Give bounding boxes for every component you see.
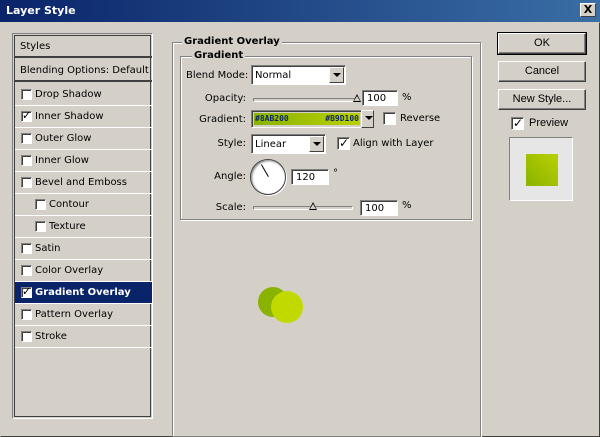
style-item-label: Color Overlay — [35, 265, 104, 276]
chevron-down-icon — [329, 67, 344, 83]
style-item-checkbox[interactable] — [35, 199, 46, 210]
style-item-checkbox[interactable] — [21, 285, 32, 298]
style-item-stroke[interactable]: Stroke — [15, 326, 152, 348]
gradient-label: Gradient: — [199, 114, 246, 125]
gradient-overlay-title: Gradient Overlay — [182, 36, 282, 47]
angle-input[interactable]: 120 — [291, 169, 329, 185]
styles-list-inner: Styles Blending Options: Default Drop Sh… — [14, 35, 152, 417]
style-item-bevel-and-emboss[interactable]: Bevel and Emboss — [15, 172, 152, 194]
opacity-input[interactable]: 100 — [362, 90, 398, 106]
style-item-drop-shadow[interactable]: Drop Shadow — [15, 84, 152, 106]
new-style-button[interactable]: New Style... — [498, 89, 586, 110]
blending-options-label: Blending Options: Default — [20, 65, 149, 76]
blend-mode-label: Blend Mode: — [186, 70, 249, 81]
style-value: Linear — [255, 139, 287, 150]
opacity-value: 100 — [367, 93, 387, 104]
style-item-label: Inner Glow — [35, 155, 89, 166]
style-label: Style: — [217, 138, 247, 149]
style-item-label: Texture — [49, 221, 86, 232]
style-item-label: Outer Glow — [35, 133, 92, 144]
gradient-start-code: #8AB200 — [255, 114, 289, 123]
scale-slider-thumb[interactable] — [309, 202, 317, 210]
gradient-picker[interactable]: #8AB200 #B9D100 — [251, 110, 363, 128]
scale-value: 100 — [365, 203, 385, 214]
style-item-label: Gradient Overlay — [35, 287, 131, 298]
style-item-outer-glow[interactable]: Outer Glow — [15, 128, 152, 150]
angle-needle — [261, 164, 269, 177]
style-item-label: Inner Shadow — [35, 111, 104, 122]
chevron-down-icon — [309, 136, 324, 152]
ok-button[interactable]: OK — [497, 32, 587, 55]
style-item-checkbox[interactable] — [21, 155, 32, 166]
styles-header-label: Styles — [20, 41, 51, 52]
style-item-checkbox[interactable] — [21, 331, 32, 342]
style-item-checkbox[interactable] — [35, 221, 46, 232]
scale-input[interactable]: 100 — [360, 200, 398, 216]
blend-mode-value: Normal — [255, 70, 292, 81]
style-item-label: Pattern Overlay — [35, 309, 114, 320]
style-item-checkbox[interactable] — [21, 309, 32, 320]
gradient-end-code: #B9D100 — [325, 114, 359, 123]
angle-label: Angle: — [214, 171, 246, 182]
reverse-label: Reverse — [400, 113, 441, 124]
cancel-button[interactable]: Cancel — [498, 61, 586, 82]
opacity-unit: % — [402, 92, 412, 103]
style-item-checkbox[interactable] — [21, 133, 32, 144]
scale-label: Scale: — [215, 202, 246, 213]
styles-list: Styles Blending Options: Default Drop Sh… — [12, 33, 153, 419]
angle-unit: ° — [333, 168, 338, 179]
decorative-circle-light — [271, 291, 303, 323]
style-item-checkbox[interactable] — [21, 265, 32, 276]
style-item-gradient-overlay[interactable]: Gradient Overlay — [15, 282, 152, 304]
style-item-checkbox[interactable] — [21, 177, 32, 188]
angle-dial[interactable] — [250, 159, 286, 195]
preview-swatch — [526, 154, 558, 186]
preview-checkbox[interactable] — [511, 116, 524, 130]
scale-slider-track[interactable] — [253, 206, 353, 210]
style-item-label: Satin — [35, 243, 61, 254]
opacity-slider-thumb[interactable] — [353, 94, 361, 102]
style-item-inner-shadow[interactable]: Inner Shadow — [15, 106, 152, 128]
style-item-checkbox[interactable] — [21, 89, 32, 100]
align-with-layer-checkbox[interactable] — [337, 136, 350, 150]
blend-mode-select[interactable]: Normal — [251, 65, 346, 85]
style-item-label: Drop Shadow — [35, 89, 102, 100]
styles-header[interactable]: Styles — [15, 36, 152, 58]
preview-label: Preview — [529, 117, 569, 129]
style-item-texture[interactable]: Texture — [15, 216, 152, 238]
title-bar: Layer Style X — [0, 0, 600, 22]
style-item-checkbox[interactable] — [21, 243, 32, 254]
style-item-satin[interactable]: Satin — [15, 238, 152, 260]
style-select[interactable]: Linear — [251, 134, 326, 154]
reverse-checkbox[interactable] — [383, 112, 396, 125]
style-item-color-overlay[interactable]: Color Overlay — [15, 260, 152, 282]
style-item-checkbox[interactable] — [21, 109, 32, 122]
scale-unit: % — [402, 200, 412, 211]
style-item-inner-glow[interactable]: Inner Glow — [15, 150, 152, 172]
blending-options-item[interactable]: Blending Options: Default — [15, 60, 152, 82]
angle-value: 120 — [296, 172, 316, 183]
align-with-layer-label: Align with Layer — [353, 138, 434, 149]
gradient-dropdown-button[interactable] — [361, 110, 374, 128]
close-button[interactable]: X — [580, 3, 596, 17]
style-item-label: Stroke — [35, 331, 67, 342]
style-item-label: Contour — [49, 199, 89, 210]
gradient-subgroup-title: Gradient — [192, 50, 246, 61]
chevron-down-icon — [362, 111, 373, 127]
style-preview — [509, 137, 573, 201]
window-title: Layer Style — [6, 4, 76, 17]
opacity-slider-track[interactable] — [253, 98, 357, 102]
style-item-label: Bevel and Emboss — [35, 177, 127, 188]
style-item-pattern-overlay[interactable]: Pattern Overlay — [15, 304, 152, 326]
style-item-contour[interactable]: Contour — [15, 194, 152, 216]
opacity-label: Opacity: — [204, 93, 246, 104]
close-icon: X — [583, 3, 593, 16]
